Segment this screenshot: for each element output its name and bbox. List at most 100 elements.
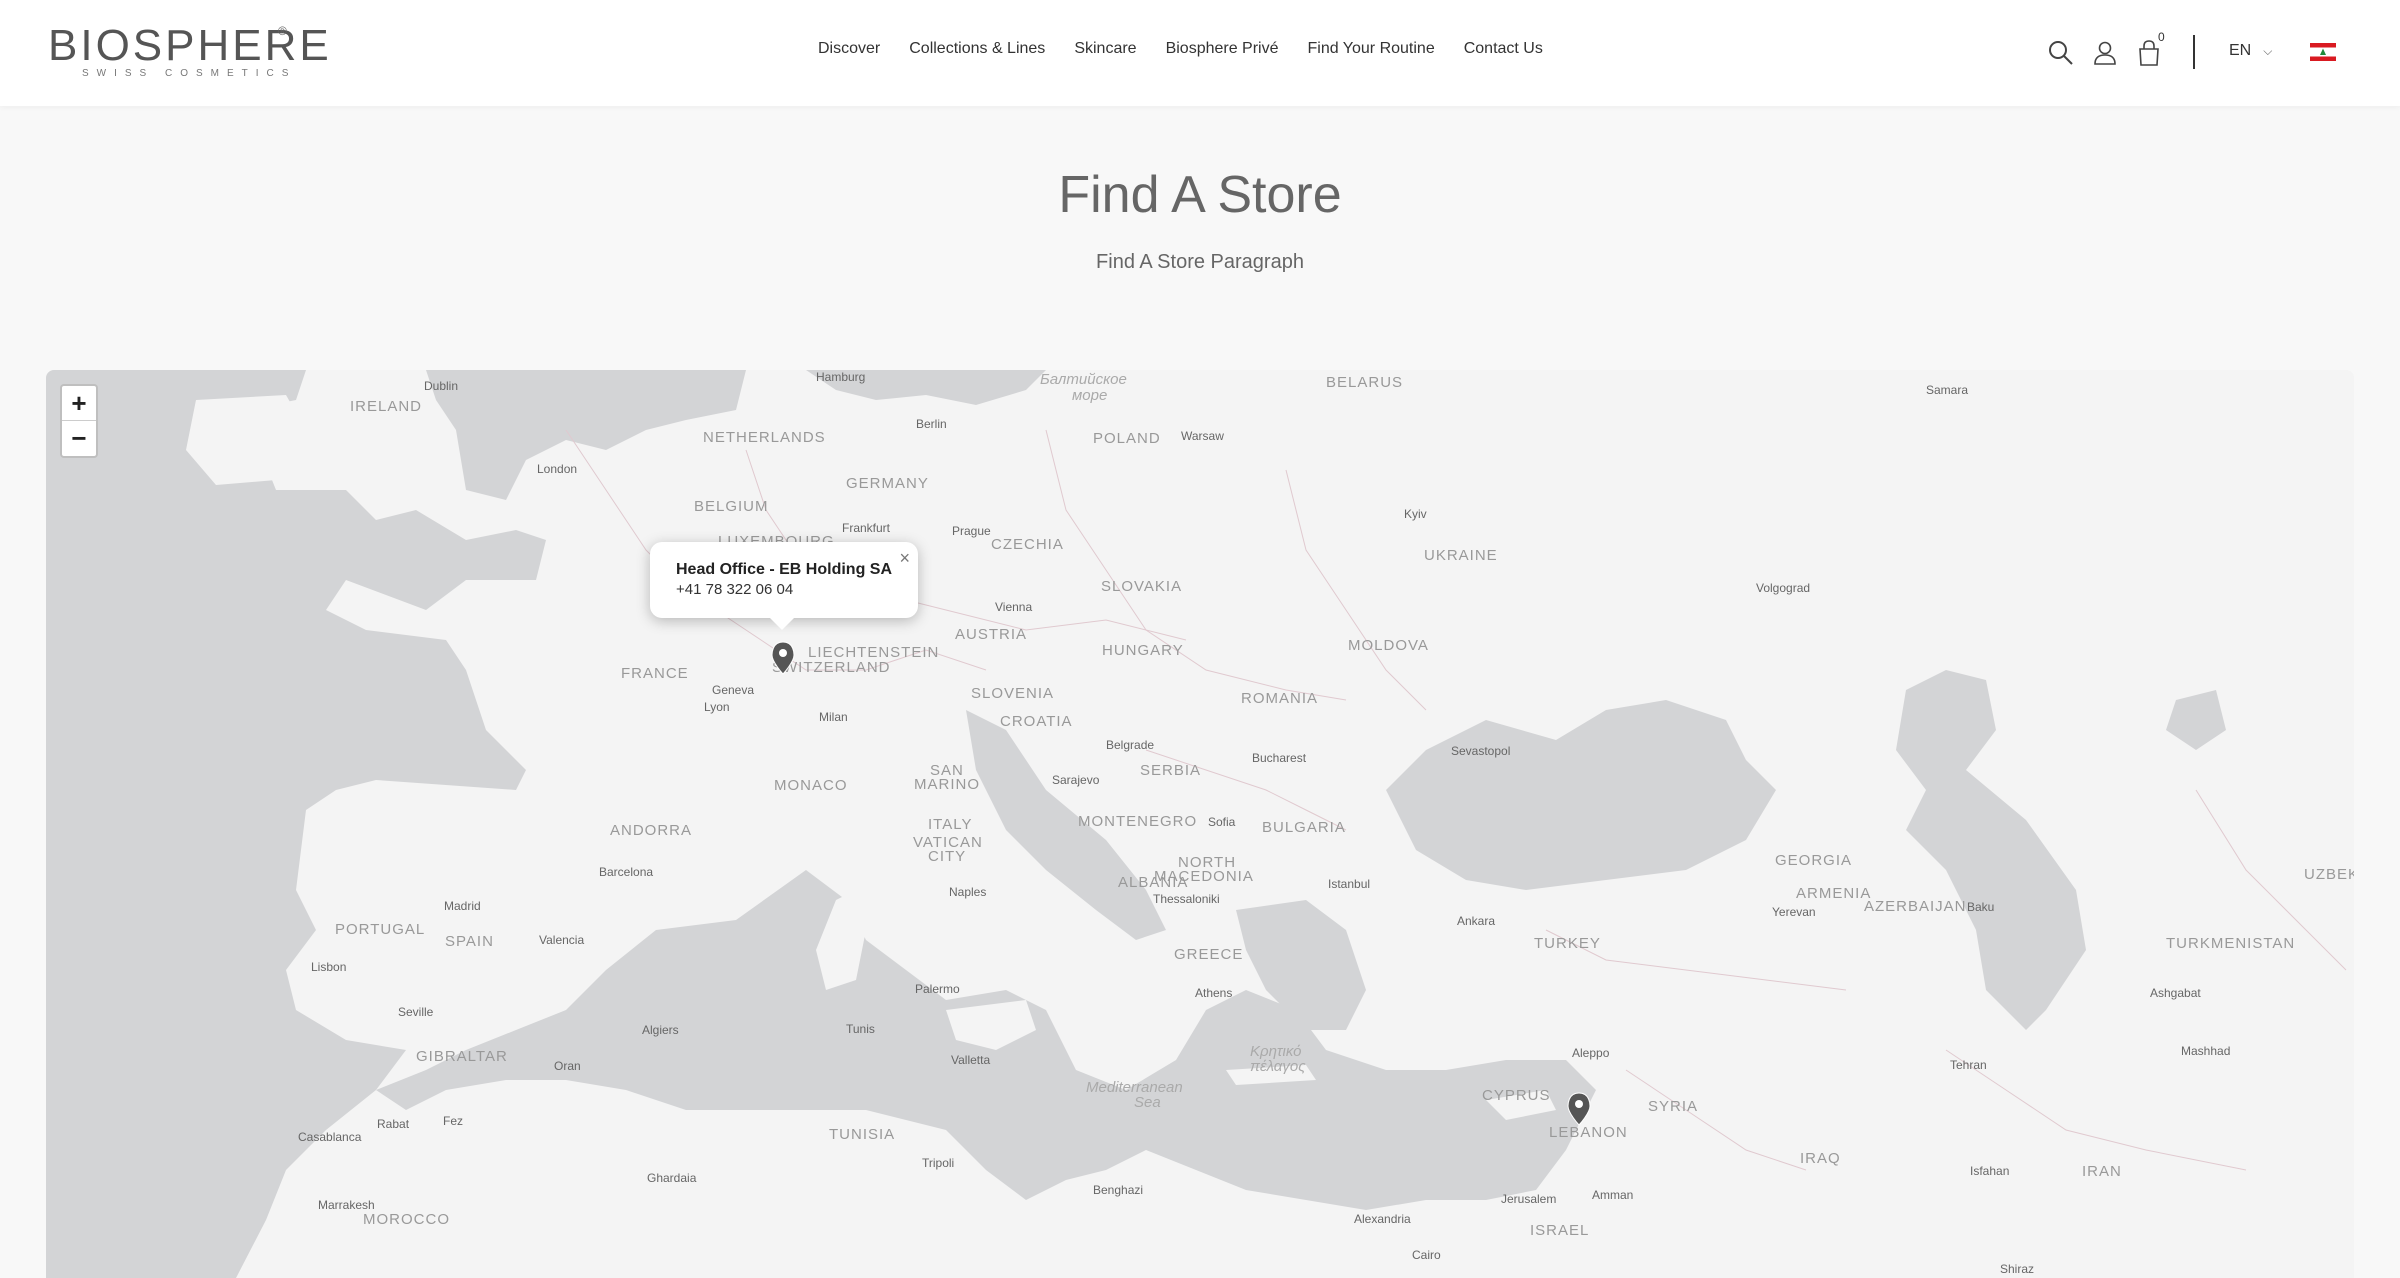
label-israel: ISRAEL: [1530, 1222, 1589, 1239]
label-croatia: CROATIA: [1000, 713, 1073, 730]
label-marino: MARINO: [914, 776, 980, 793]
label-kyiv: Kyiv: [1404, 507, 1427, 521]
label-germany: GERMANY: [846, 475, 929, 492]
label-portugal: PORTUGAL: [335, 921, 425, 938]
label-hamburg: Hamburg: [816, 370, 865, 384]
label-shiraz: Shiraz: [2000, 1262, 2034, 1276]
label-aleppo: Aleppo: [1572, 1046, 1610, 1060]
label-montenegro: MONTENEGRO: [1078, 813, 1197, 830]
label-slovenia: SLOVENIA: [971, 685, 1054, 702]
label-milan: Milan: [819, 710, 848, 724]
label-barcelona: Barcelona: [599, 865, 653, 879]
label-turkey: TURKEY: [1534, 935, 1601, 952]
label-rabat: Rabat: [377, 1117, 410, 1131]
search-icon[interactable]: [2046, 38, 2076, 68]
label-cyprus: CYPRUS: [1482, 1087, 1551, 1104]
label-athens: Athens: [1195, 986, 1232, 1000]
nav-skincare[interactable]: Skincare: [1074, 40, 1136, 58]
nav-find-your-routine[interactable]: Find Your Routine: [1308, 40, 1435, 58]
zoom-out-button[interactable]: −: [62, 421, 96, 456]
label-ukraine: UKRAINE: [1424, 547, 1498, 564]
label-greece: GREECE: [1174, 946, 1243, 963]
label-sevastopol: Sevastopol: [1451, 744, 1510, 758]
label-baku: Baku: [1967, 900, 1994, 914]
close-icon[interactable]: ×: [899, 548, 910, 569]
label-thessaloniki: Thessaloniki: [1153, 892, 1220, 906]
label-sarajevo: Sarajevo: [1052, 773, 1100, 787]
nav-biosphere-prive[interactable]: Biosphere Privé: [1166, 40, 1279, 58]
label-isfahan: Isfahan: [1970, 1164, 2009, 1178]
store-popup: Head Office - EB Holding SA +41 78 322 0…: [650, 542, 918, 630]
chevron-down-icon: ⌵: [2263, 43, 2273, 58]
label-casablanca: Casablanca: [298, 1130, 362, 1144]
language-label: EN: [2229, 42, 2252, 59]
cart-count: 0: [2158, 30, 2165, 44]
label-naples: Naples: [949, 885, 986, 899]
label-france: FRANCE: [621, 665, 689, 682]
lebanon-flag-icon[interactable]: [2310, 43, 2336, 61]
label-benghazi: Benghazi: [1093, 1183, 1143, 1197]
label-samara: Samara: [1926, 383, 1968, 397]
label-amman: Amman: [1592, 1188, 1633, 1202]
nav-contact-us[interactable]: Contact Us: [1464, 40, 1543, 58]
label-algiers: Algiers: [642, 1023, 679, 1037]
brand-logo[interactable]: BIOSPHERE ® SWISS COSMETICS: [48, 24, 329, 84]
label-ankara: Ankara: [1457, 914, 1495, 928]
label-lyon: Lyon: [704, 700, 730, 714]
registered-mark: ®: [278, 24, 287, 38]
nav-discover[interactable]: Discover: [818, 40, 880, 58]
zoom-in-button[interactable]: +: [62, 386, 96, 421]
label-vienna: Vienna: [995, 600, 1032, 614]
label-gibraltar: GIBRALTAR: [416, 1048, 508, 1065]
label-sofia: Sofia: [1208, 815, 1236, 829]
label-valletta: Valletta: [951, 1053, 990, 1067]
label-volgograd: Volgograd: [1756, 581, 1810, 595]
label-turkmenistan: TURKMENISTAN: [2166, 935, 2295, 952]
label-moldova: MOLDOVA: [1348, 637, 1429, 654]
label-alexandria: Alexandria: [1354, 1212, 1411, 1226]
label-monaco: MONACO: [774, 777, 848, 794]
nav-collections-lines[interactable]: Collections & Lines: [909, 40, 1045, 58]
label-palermo: Palermo: [915, 982, 960, 996]
label-tripoli: Tripoli: [922, 1156, 954, 1170]
store-map[interactable]: IRELAND NETHERLANDS BELGIUM LUXEMBOURG G…: [46, 370, 2354, 1278]
label-belgium: BELGIUM: [694, 498, 769, 515]
zoom-control: + −: [60, 384, 98, 458]
popup-phone[interactable]: +41 78 322 06 04: [676, 580, 918, 600]
label-istanbul: Istanbul: [1328, 877, 1370, 891]
label-lisbon: Lisbon: [311, 960, 346, 974]
label-baltic-sea: Балтийское: [1040, 371, 1127, 388]
label-tunisia: TUNISIA: [829, 1126, 895, 1143]
label-georgia: GEORGIA: [1775, 852, 1852, 869]
label-armenia: ARMENIA: [1796, 885, 1871, 902]
label-prague: Prague: [952, 524, 991, 538]
header-divider: [2193, 35, 2195, 69]
label-poland: POLAND: [1093, 430, 1161, 447]
cart-icon[interactable]: 0: [2134, 30, 2165, 68]
label-romania: ROMANIA: [1241, 690, 1318, 707]
label-ghardaia: Ghardaia: [647, 1171, 697, 1185]
label-sea: Sea: [1134, 1094, 1161, 1111]
label-albania: ALBANIA: [1118, 874, 1188, 891]
page-paragraph: Find A Store Paragraph: [1096, 251, 1304, 273]
label-andorra: ANDORRA: [610, 822, 692, 839]
label-london: London: [537, 462, 577, 476]
label-iran: IRAN: [2082, 1163, 2122, 1180]
label-iraq: IRAQ: [1800, 1150, 1841, 1167]
label-tehran: Tehran: [1950, 1058, 1987, 1072]
label-yerevan: Yerevan: [1772, 905, 1816, 919]
label-ashgabat: Ashgabat: [2150, 986, 2201, 1000]
label-belgrade: Belgrade: [1106, 738, 1154, 752]
label-czechia: CZECHIA: [991, 536, 1064, 553]
user-icon[interactable]: [2090, 38, 2120, 68]
language-selector[interactable]: EN ⌵: [2229, 42, 2272, 60]
label-uzbek: UZBEK: [2304, 866, 2354, 883]
label-jerusalem: Jerusalem: [1501, 1192, 1556, 1206]
label-cairo: Cairo: [1412, 1248, 1441, 1262]
label-netherlands: NETHERLANDS: [703, 429, 826, 446]
label-frankfurt: Frankfurt: [842, 521, 891, 535]
label-slovakia: SLOVAKIA: [1101, 578, 1182, 595]
label-fez: Fez: [443, 1114, 463, 1128]
map-canvas[interactable]: IRELAND NETHERLANDS BELGIUM LUXEMBOURG G…: [46, 370, 2354, 1278]
label-hungary: HUNGARY: [1102, 642, 1184, 659]
